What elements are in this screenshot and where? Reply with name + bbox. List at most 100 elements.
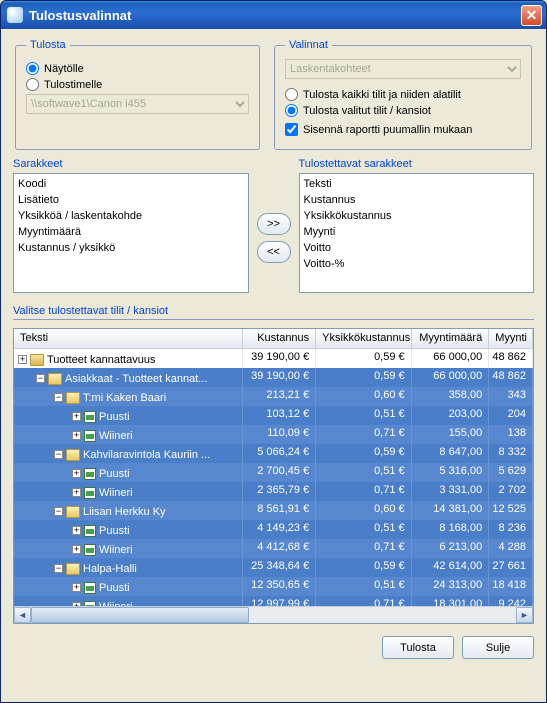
cell: 0,71 €: [316, 482, 411, 501]
cell: 0,59 €: [316, 444, 411, 463]
cell: 204: [489, 406, 533, 425]
target-select[interactable]: Laskentakohteet: [285, 59, 521, 79]
printer-select[interactable]: \\softwave1\Canon i455: [26, 94, 249, 114]
table-row[interactable]: −Asiakkaat - Tuotteet kannat...39 190,00…: [14, 368, 533, 387]
list-item[interactable]: Voitto-%: [304, 256, 530, 272]
expand-icon[interactable]: +: [72, 412, 81, 421]
folder-icon: [66, 563, 80, 575]
scroll-right-arrow[interactable]: ►: [516, 607, 533, 623]
header-teksti[interactable]: Teksti: [14, 329, 243, 348]
folder-icon: [66, 392, 80, 404]
list-item[interactable]: Voitto: [304, 240, 530, 256]
table-row[interactable]: −Halpa-Halli25 348,64 €0,59 €42 614,0027…: [14, 558, 533, 577]
cell: 5 066,24 €: [243, 444, 317, 463]
row-label: Tuotteet kannattavuus: [47, 354, 155, 366]
radio-screen[interactable]: [26, 62, 39, 75]
header-kustannus[interactable]: Kustannus: [243, 329, 317, 348]
radio-screen-label: Näytölle: [44, 63, 84, 75]
document-icon: [84, 525, 96, 537]
cell: 66 000,00: [412, 349, 490, 368]
cell: 66 000,00: [412, 368, 490, 387]
tree-body[interactable]: + Tuotteet kannattavuus 39 190,00 € 0,59 € 6…: [14, 349, 533, 606]
list-item[interactable]: Teksti: [304, 176, 530, 192]
list-item[interactable]: Koodi: [18, 176, 244, 192]
cell: 4 149,23 €: [243, 520, 317, 539]
table-row[interactable]: +Tuotteet kannattavuus39 190,00 €0,59 €6…: [14, 349, 533, 368]
radio-all-accounts[interactable]: [285, 88, 298, 101]
cell: 6 213,00: [412, 539, 490, 558]
cell: 8 332: [489, 444, 533, 463]
table-row[interactable]: +Puusti103,12 €0,51 €203,00204: [14, 406, 533, 425]
scroll-left-arrow[interactable]: ◄: [14, 607, 31, 623]
cell: 8 168,00: [412, 520, 490, 539]
cell: 48 862: [489, 349, 533, 368]
expand-icon[interactable]: +: [72, 469, 81, 478]
list-item[interactable]: Myyntimäärä: [18, 224, 244, 240]
collapse-icon[interactable]: −: [36, 374, 45, 383]
close-button[interactable]: ✕: [521, 5, 542, 26]
cell: 12 525: [489, 501, 533, 520]
cell: 39 190,00 €: [243, 368, 317, 387]
header-yksikkokustannus[interactable]: Yksikkökustannus: [316, 329, 411, 348]
selected-columns-label: Tulostettavat sarakkeet: [299, 158, 535, 170]
table-row[interactable]: +Puusti4 149,23 €0,51 €8 168,008 236: [14, 520, 533, 539]
content-area: Tulosta Näytölle Tulostimelle \\softwave…: [1, 29, 546, 702]
cell: 110,09 €: [243, 425, 317, 444]
close-dialog-button[interactable]: Sulje: [462, 636, 534, 659]
header-myyntimaara[interactable]: Myyntimäärä: [412, 329, 490, 348]
table-row[interactable]: −Kahvilaravintola Kauriin ...5 066,24 €0…: [14, 444, 533, 463]
table-row[interactable]: +Wiineri4 412,68 €0,71 €6 213,004 288: [14, 539, 533, 558]
list-item[interactable]: Kustannus: [304, 192, 530, 208]
list-item[interactable]: Kustannus / yksikkö: [18, 240, 244, 256]
expand-icon[interactable]: +: [72, 431, 81, 440]
cell: 3 331,00: [412, 482, 490, 501]
cell: 0,51 €: [316, 520, 411, 539]
radio-selected-accounts[interactable]: [285, 104, 298, 117]
scroll-track[interactable]: [31, 607, 516, 623]
row-label: Liisan Herkku Ky: [83, 506, 166, 518]
cell: 2 700,45 €: [243, 463, 317, 482]
table-row[interactable]: +Wiineri110,09 €0,71 €155,00138: [14, 425, 533, 444]
window-title: Tulostusvalinnat: [29, 8, 131, 23]
collapse-icon[interactable]: −: [54, 507, 63, 516]
collapse-icon[interactable]: −: [54, 393, 63, 402]
list-item[interactable]: Yksikköä / laskentakohde: [18, 208, 244, 224]
table-row[interactable]: +Wiineri2 365,79 €0,71 €3 331,002 702: [14, 482, 533, 501]
tree-header: Teksti Kustannus Yksikkökustannus Myynti…: [14, 329, 533, 349]
row-label: T:mi Kaken Baari: [83, 392, 166, 404]
print-button[interactable]: Tulosta: [382, 636, 454, 659]
checkbox-indent[interactable]: [285, 123, 298, 136]
expand-icon[interactable]: +: [72, 488, 81, 497]
available-columns-list[interactable]: KoodiLisätietoYksikköä / laskentakohdeMy…: [13, 173, 249, 293]
cell: 0,71 €: [316, 596, 411, 606]
scroll-thumb[interactable]: [31, 607, 249, 623]
expand-icon[interactable]: +: [72, 526, 81, 535]
document-icon: [84, 411, 96, 423]
collapse-icon[interactable]: −: [54, 564, 63, 573]
move-left-button[interactable]: <<: [257, 241, 291, 263]
row-label: Halpa-Halli: [83, 563, 137, 575]
horizontal-scrollbar[interactable]: ◄ ►: [14, 606, 533, 623]
selected-columns-list[interactable]: TekstiKustannusYksikkökustannusMyyntiVoi…: [299, 173, 535, 293]
table-row[interactable]: −T:mi Kaken Baari213,21 €0,60 €358,00343: [14, 387, 533, 406]
expand-icon[interactable]: +: [18, 355, 27, 364]
table-row[interactable]: +Puusti12 350,65 €0,51 €24 313,0018 418: [14, 577, 533, 596]
list-item[interactable]: Myynti: [304, 224, 530, 240]
cell: 27 661: [489, 558, 533, 577]
expand-icon[interactable]: +: [72, 583, 81, 592]
titlebar: Tulostusvalinnat ✕: [1, 1, 546, 29]
header-myynti[interactable]: Myynti: [489, 329, 533, 348]
table-row[interactable]: +Wiineri12 997,99 €0,71 €18 301,009 242: [14, 596, 533, 606]
list-item[interactable]: Yksikkökustannus: [304, 208, 530, 224]
cell: 8 236: [489, 520, 533, 539]
cell: 39 190,00 €: [243, 349, 317, 368]
cell: 155,00: [412, 425, 490, 444]
collapse-icon[interactable]: −: [54, 450, 63, 459]
list-item[interactable]: Lisätieto: [18, 192, 244, 208]
table-row[interactable]: −Liisan Herkku Ky8 561,91 €0,60 €14 381,…: [14, 501, 533, 520]
expand-icon[interactable]: +: [72, 545, 81, 554]
cell: 4 412,68 €: [243, 539, 317, 558]
move-right-button[interactable]: >>: [257, 213, 291, 235]
table-row[interactable]: +Puusti2 700,45 €0,51 €5 316,005 629: [14, 463, 533, 482]
radio-printer[interactable]: [26, 78, 39, 91]
